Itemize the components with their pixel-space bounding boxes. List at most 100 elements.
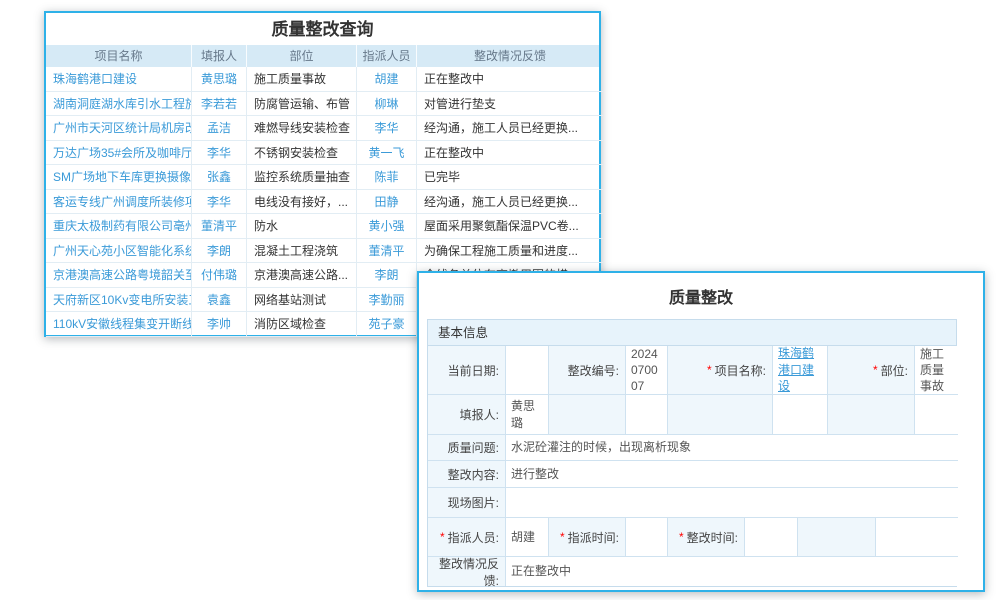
cell-location: 电线没有接好，... <box>247 190 357 215</box>
required-asterisk: * <box>440 530 445 544</box>
assignee-value: 胡建 <box>506 518 549 557</box>
cell-project-name[interactable]: 客运专线广州调度所装修项 <box>46 190 192 215</box>
query-panel-title: 质量整改查询 <box>46 13 599 45</box>
cell-location: 监控系统质量抽查 <box>247 165 357 190</box>
cell-reporter[interactable]: 袁鑫 <box>192 288 247 313</box>
cell-assignee[interactable]: 苑子豪 <box>357 312 417 337</box>
cell-assignee[interactable]: 董清平 <box>357 239 417 264</box>
cell-assignee[interactable]: 李勤丽 <box>357 288 417 313</box>
cell-reporter[interactable]: 李华 <box>192 141 247 166</box>
cell-location: 京港澳高速公路... <box>247 263 357 288</box>
rectify-content-value: 进行整改 <box>506 461 958 488</box>
form-row-site-photo: 现场图片: <box>428 488 956 518</box>
feedback-label: 整改情况反馈: <box>428 557 506 586</box>
cell-reporter[interactable]: 张鑫 <box>192 165 247 190</box>
cell-project-name[interactable]: 110kV安徽线程集变开断线 <box>46 312 192 337</box>
cell-reporter[interactable]: 李华 <box>192 190 247 215</box>
cell-reporter[interactable]: 李若若 <box>192 92 247 117</box>
cell-feedback: 经沟通，施工人员已经更换... <box>417 190 603 215</box>
cell-reporter[interactable]: 董清平 <box>192 214 247 239</box>
project-name-link[interactable]: 珠海鹤港口建设 <box>778 345 822 395</box>
cell-assignee[interactable]: 陈菲 <box>357 165 417 190</box>
empty-label-cell <box>828 395 915 435</box>
empty-value-cell <box>773 395 828 435</box>
cell-assignee[interactable]: 柳琳 <box>357 92 417 117</box>
cell-location: 施工质量事故 <box>247 67 357 92</box>
cell-assignee[interactable]: 胡建 <box>357 67 417 92</box>
site-photo-field <box>506 488 958 518</box>
required-asterisk: * <box>707 363 712 377</box>
table-row: 客运专线广州调度所装修项李华电线没有接好，...田静经沟通，施工人员已经更换..… <box>46 190 599 215</box>
cell-location: 网络基站测试 <box>247 288 357 313</box>
required-asterisk: * <box>679 530 684 544</box>
cell-location: 不锈钢安装检查 <box>247 141 357 166</box>
column-header-location: 部位 <box>247 45 357 67</box>
cell-project-name[interactable]: 京港澳高速公路粤境韶关至 <box>46 263 192 288</box>
cell-reporter[interactable]: 李帅 <box>192 312 247 337</box>
cell-location: 防腐管运输、布管 <box>247 92 357 117</box>
form-row-reporter: 填报人: 黄思璐 <box>428 395 956 435</box>
form-row-feedback: 整改情况反馈: 正在整改中 <box>428 557 956 586</box>
section-header-basic-info: 基本信息 <box>428 320 956 346</box>
assignee-label: *指派人员: <box>428 518 506 557</box>
form-row-quality-issue: 质量问题: 水泥砼灌注的时候，出现离析现象 <box>428 435 956 461</box>
table-row: 万达广场35#会所及咖啡厅李华不锈钢安装检查黄一飞正在整改中 <box>46 141 599 166</box>
reporter-value: 黄思璐 <box>506 395 549 435</box>
empty-label-cell <box>549 395 626 435</box>
cell-project-name[interactable]: SM广场地下车库更换摄像 <box>46 165 192 190</box>
cell-feedback: 经沟通，施工人员已经更换... <box>417 116 603 141</box>
cell-assignee[interactable]: 李华 <box>357 116 417 141</box>
cell-feedback: 已完毕 <box>417 165 603 190</box>
cell-project-name[interactable]: 广州天心苑小区智能化系统 <box>46 239 192 264</box>
cell-assignee[interactable]: 黄小强 <box>357 214 417 239</box>
cell-project-name[interactable]: 重庆太极制药有限公司亳州 <box>46 214 192 239</box>
cell-feedback: 为确保工程施工质量和进度... <box>417 239 603 264</box>
table-row: 珠海鹤港口建设黄思璐施工质量事故胡建正在整改中 <box>46 67 599 92</box>
current-date-field <box>506 346 549 395</box>
cell-project-name[interactable]: 万达广场35#会所及咖啡厅 <box>46 141 192 166</box>
feedback-value: 正在整改中 <box>506 557 958 586</box>
cell-reporter[interactable]: 孟洁 <box>192 116 247 141</box>
project-name-cell: 珠海鹤港口建设 <box>773 346 828 395</box>
cell-location: 消防区域检查 <box>247 312 357 337</box>
query-table-header: 项目名称填报人部位指派人员整改情况反馈 <box>46 45 599 67</box>
empty-label-cell <box>668 395 773 435</box>
cell-project-name[interactable]: 广州市天河区统计局机房改 <box>46 116 192 141</box>
form-row-assignee-times: *指派人员: 胡建 *指派时间: *整改时间: <box>428 518 956 557</box>
cell-project-name[interactable]: 湖南洞庭湖水库引水工程施 <box>46 92 192 117</box>
number-value: 2024070007 <box>626 346 668 395</box>
reporter-label: 填报人: <box>428 395 506 435</box>
cell-reporter[interactable]: 李朗 <box>192 239 247 264</box>
cell-reporter[interactable]: 付伟璐 <box>192 263 247 288</box>
cell-feedback: 对管进行垫支 <box>417 92 603 117</box>
table-row: 湖南洞庭湖水库引水工程施李若若防腐管运输、布管柳琳对管进行垫支 <box>46 92 599 117</box>
site-photo-label: 现场图片: <box>428 488 506 518</box>
cell-location: 混凝土工程浇筑 <box>247 239 357 264</box>
column-header-assignee: 指派人员 <box>357 45 417 67</box>
cell-location: 防水 <box>247 214 357 239</box>
number-label: 整改编号: <box>549 346 626 395</box>
table-row: 广州天心苑小区智能化系统李朗混凝土工程浇筑董清平为确保工程施工质量和进度... <box>46 239 599 264</box>
empty-value-cell <box>876 518 958 557</box>
empty-value-cell <box>626 395 668 435</box>
assign-time-field <box>626 518 668 557</box>
location-label: *部位: <box>828 346 915 395</box>
form-row-rectify-content: 整改内容: 进行整改 <box>428 461 956 488</box>
cell-assignee[interactable]: 黄一飞 <box>357 141 417 166</box>
rectify-time-label: *整改时间: <box>668 518 745 557</box>
cell-feedback: 正在整改中 <box>417 141 603 166</box>
cell-feedback: 正在整改中 <box>417 67 603 92</box>
required-asterisk: * <box>560 530 565 544</box>
cell-assignee[interactable]: 田静 <box>357 190 417 215</box>
cell-reporter[interactable]: 黄思璐 <box>192 67 247 92</box>
column-header-feedback: 整改情况反馈 <box>417 45 603 67</box>
column-header-project-name: 项目名称 <box>46 45 192 67</box>
basic-info-table: 基本信息 当前日期: 整改编号: 2024070007 *项目名称: 珠海鹤港口… <box>427 319 957 587</box>
quality-issue-label: 质量问题: <box>428 435 506 461</box>
cell-assignee[interactable]: 李朗 <box>357 263 417 288</box>
cell-feedback: 屋面采用聚氨酯保温PVC卷... <box>417 214 603 239</box>
empty-value-cell <box>915 395 958 435</box>
rectify-time-field <box>745 518 798 557</box>
cell-project-name[interactable]: 天府新区10Kv变电所安装工 <box>46 288 192 313</box>
cell-project-name[interactable]: 珠海鹤港口建设 <box>46 67 192 92</box>
